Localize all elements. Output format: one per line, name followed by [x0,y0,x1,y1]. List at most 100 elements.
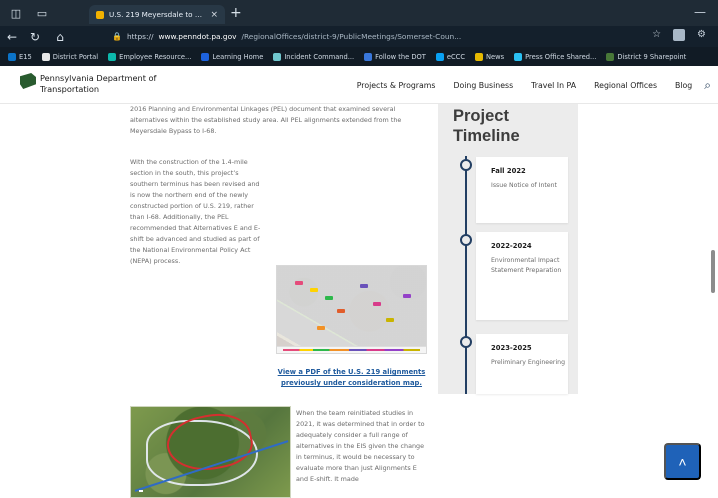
browser-titlebar: ◫ ▭ U.S. 219 Meyersdale to Old Sal... × … [0,0,718,26]
bookmark-label-employee-resource: Employee Resource... [119,52,192,61]
timeline-title-line-2: Timeline [453,127,520,145]
timeline-dot-icon [460,336,472,348]
bookmark-label-follow-the-dot: Follow the DOT [375,52,426,61]
blue-icon [201,52,210,61]
map-marker [386,318,394,322]
map-marker [403,294,411,298]
menu-regional-offices[interactable]: Regional Offices [594,81,657,90]
e15-icon [8,52,16,61]
timeline-date: 2023-2025 [491,344,532,352]
address-bar[interactable]: 🔒 https:// www.penndot.pa.gov /RegionalO… [112,29,542,44]
timeline-text: Issue Notice of Intent [491,182,557,189]
page-icon [41,52,50,61]
bookmark-follow-the-dot[interactable]: Follow the DOT [364,52,426,61]
bookmark-district-9[interactable]: District 9 Sharepoint [606,52,686,61]
browser-right-icons: ☆ ⚙ [652,29,706,41]
view-pdf-link[interactable]: View a PDF of the U.S. 219 alignments pr… [276,367,427,389]
search-icon[interactable]: ⌕ [704,78,711,93]
scroll-to-top-button[interactable]: ˄ [664,443,701,480]
green-icon [606,52,615,61]
alignment-map-image[interactable] [276,265,427,354]
bookmark-label-district-portal: District Portal [52,52,99,61]
browser-navbar: ← ↻ ⌂ 🔒 https:// www.penndot.pa.gov /Reg… [0,26,718,47]
browser-tab-active[interactable]: U.S. 219 Meyersdale to Old Sal... × [89,5,225,24]
bookmark-label-eccc: eCCC [446,52,465,61]
right-paragraph: When the team reinitiated studies in 202… [296,409,425,483]
bookmark-label-press-office: Press Office Shared... [525,52,597,61]
menu-doing-business[interactable]: Doing Business [453,81,513,90]
chevron-up-icon: ˄ [678,453,687,470]
refresh-icon[interactable]: ↻ [30,28,40,45]
keystone-logo-icon [20,73,36,89]
bookmark-employee-resource[interactable]: Employee Resource... [108,52,192,61]
new-tab-icon[interactable]: + [230,5,242,21]
blue-icon [435,52,444,61]
map-marker [295,281,303,285]
address-prefix: https:// [126,32,154,41]
close-tab-icon[interactable]: × [210,10,218,20]
menu-blog[interactable]: Blog [675,81,692,90]
brand-line-2: Transportation [40,84,100,94]
timeline-card: 2022-2024 Environmental Impact Statement… [476,232,568,320]
yellow-icon [475,52,483,61]
map-marker [373,302,381,306]
timeline-date: 2022-2024 [491,242,532,250]
window-menu-icon[interactable]: ◫ [10,5,22,21]
timeline-dot-icon [460,234,472,246]
bookmark-district-portal[interactable]: District Portal [41,52,99,61]
window-minimize-icon[interactable]: — [694,5,706,19]
bookmark-incident-command[interactable]: Incident Command... [273,52,355,61]
left-paragraph: With the construction of the 1.4-mile se… [130,158,261,265]
timeline-card: Fall 2022 Issue Notice of Intent [476,157,568,223]
timeline-dot-icon [460,159,472,171]
bookmark-label-incident-command: Incident Command... [284,52,355,61]
map-marker [310,288,318,292]
timeline-title-line-1: Project [453,107,509,125]
timeline-text: Environmental Impact Statement Preparati… [491,257,562,275]
address-domain: www.penndot.pa.gov [158,32,237,41]
page-content: 2016 Planning and Environmental Linkages… [0,104,718,498]
scrollbar-thumb[interactable] [711,250,715,293]
timeline-card: 2023-2025 Preliminary Engineering [476,334,568,394]
timeline-line [465,156,467,394]
map-marker [337,309,345,313]
blue-icon [364,52,373,61]
map-marker [360,284,368,288]
settings-icon[interactable]: ⚙ [697,29,706,41]
lead-paragraph: 2016 Planning and Environmental Linkages… [130,105,402,135]
project-timeline-panel: Project Timeline Fall 2022 Issue Notice … [438,104,578,394]
teal-icon [108,52,117,61]
aerial-map-image[interactable] [130,406,291,498]
bookmark-label-e15: E15 [19,52,32,61]
bookmark-press-office[interactable]: Press Office Shared... [514,52,597,61]
map-marker [325,296,333,300]
tab-favicon-icon [96,10,104,19]
map-label-box [139,490,143,492]
tab-title: U.S. 219 Meyersdale to Old Sal... [109,10,205,19]
bookmark-label-news: News [486,52,505,61]
bookmark-e15[interactable]: E15 [8,52,32,61]
site-header: Pennsylvania Department of Transportatio… [0,66,718,104]
map-legend [277,346,426,353]
extension-icon[interactable] [673,29,686,41]
bookmark-news[interactable]: News [475,52,505,61]
blue-icon [273,52,282,61]
lock-icon: 🔒 [112,32,122,41]
brand-line-1: Pennsylvania Department of [40,73,157,83]
menu-travel-in-pa[interactable]: Travel In PA [531,81,576,90]
site-brand[interactable]: Pennsylvania Department of Transportatio… [40,73,156,95]
favorites-icon[interactable]: ☆ [652,29,661,41]
bookmarks-bar: E15 District Portal Employee Resource...… [0,47,718,66]
main-navigation: Projects & Programs Doing Business Trave… [357,78,711,93]
bookmark-eccc[interactable]: eCCC [435,52,465,61]
home-icon[interactable]: ⌂ [55,28,65,45]
cloud-icon [514,52,523,61]
menu-projects-programs[interactable]: Projects & Programs [357,81,436,90]
tab-actions-icon[interactable]: ▭ [36,5,48,21]
timeline-text: Preliminary Engineering [491,359,566,366]
bookmark-learning-home[interactable]: Learning Home [201,52,264,61]
timeline-title: Project Timeline [453,106,520,146]
back-icon[interactable]: ← [7,28,17,45]
timeline-date: Fall 2022 [491,167,526,175]
bookmark-label-learning-home: Learning Home [212,52,264,61]
